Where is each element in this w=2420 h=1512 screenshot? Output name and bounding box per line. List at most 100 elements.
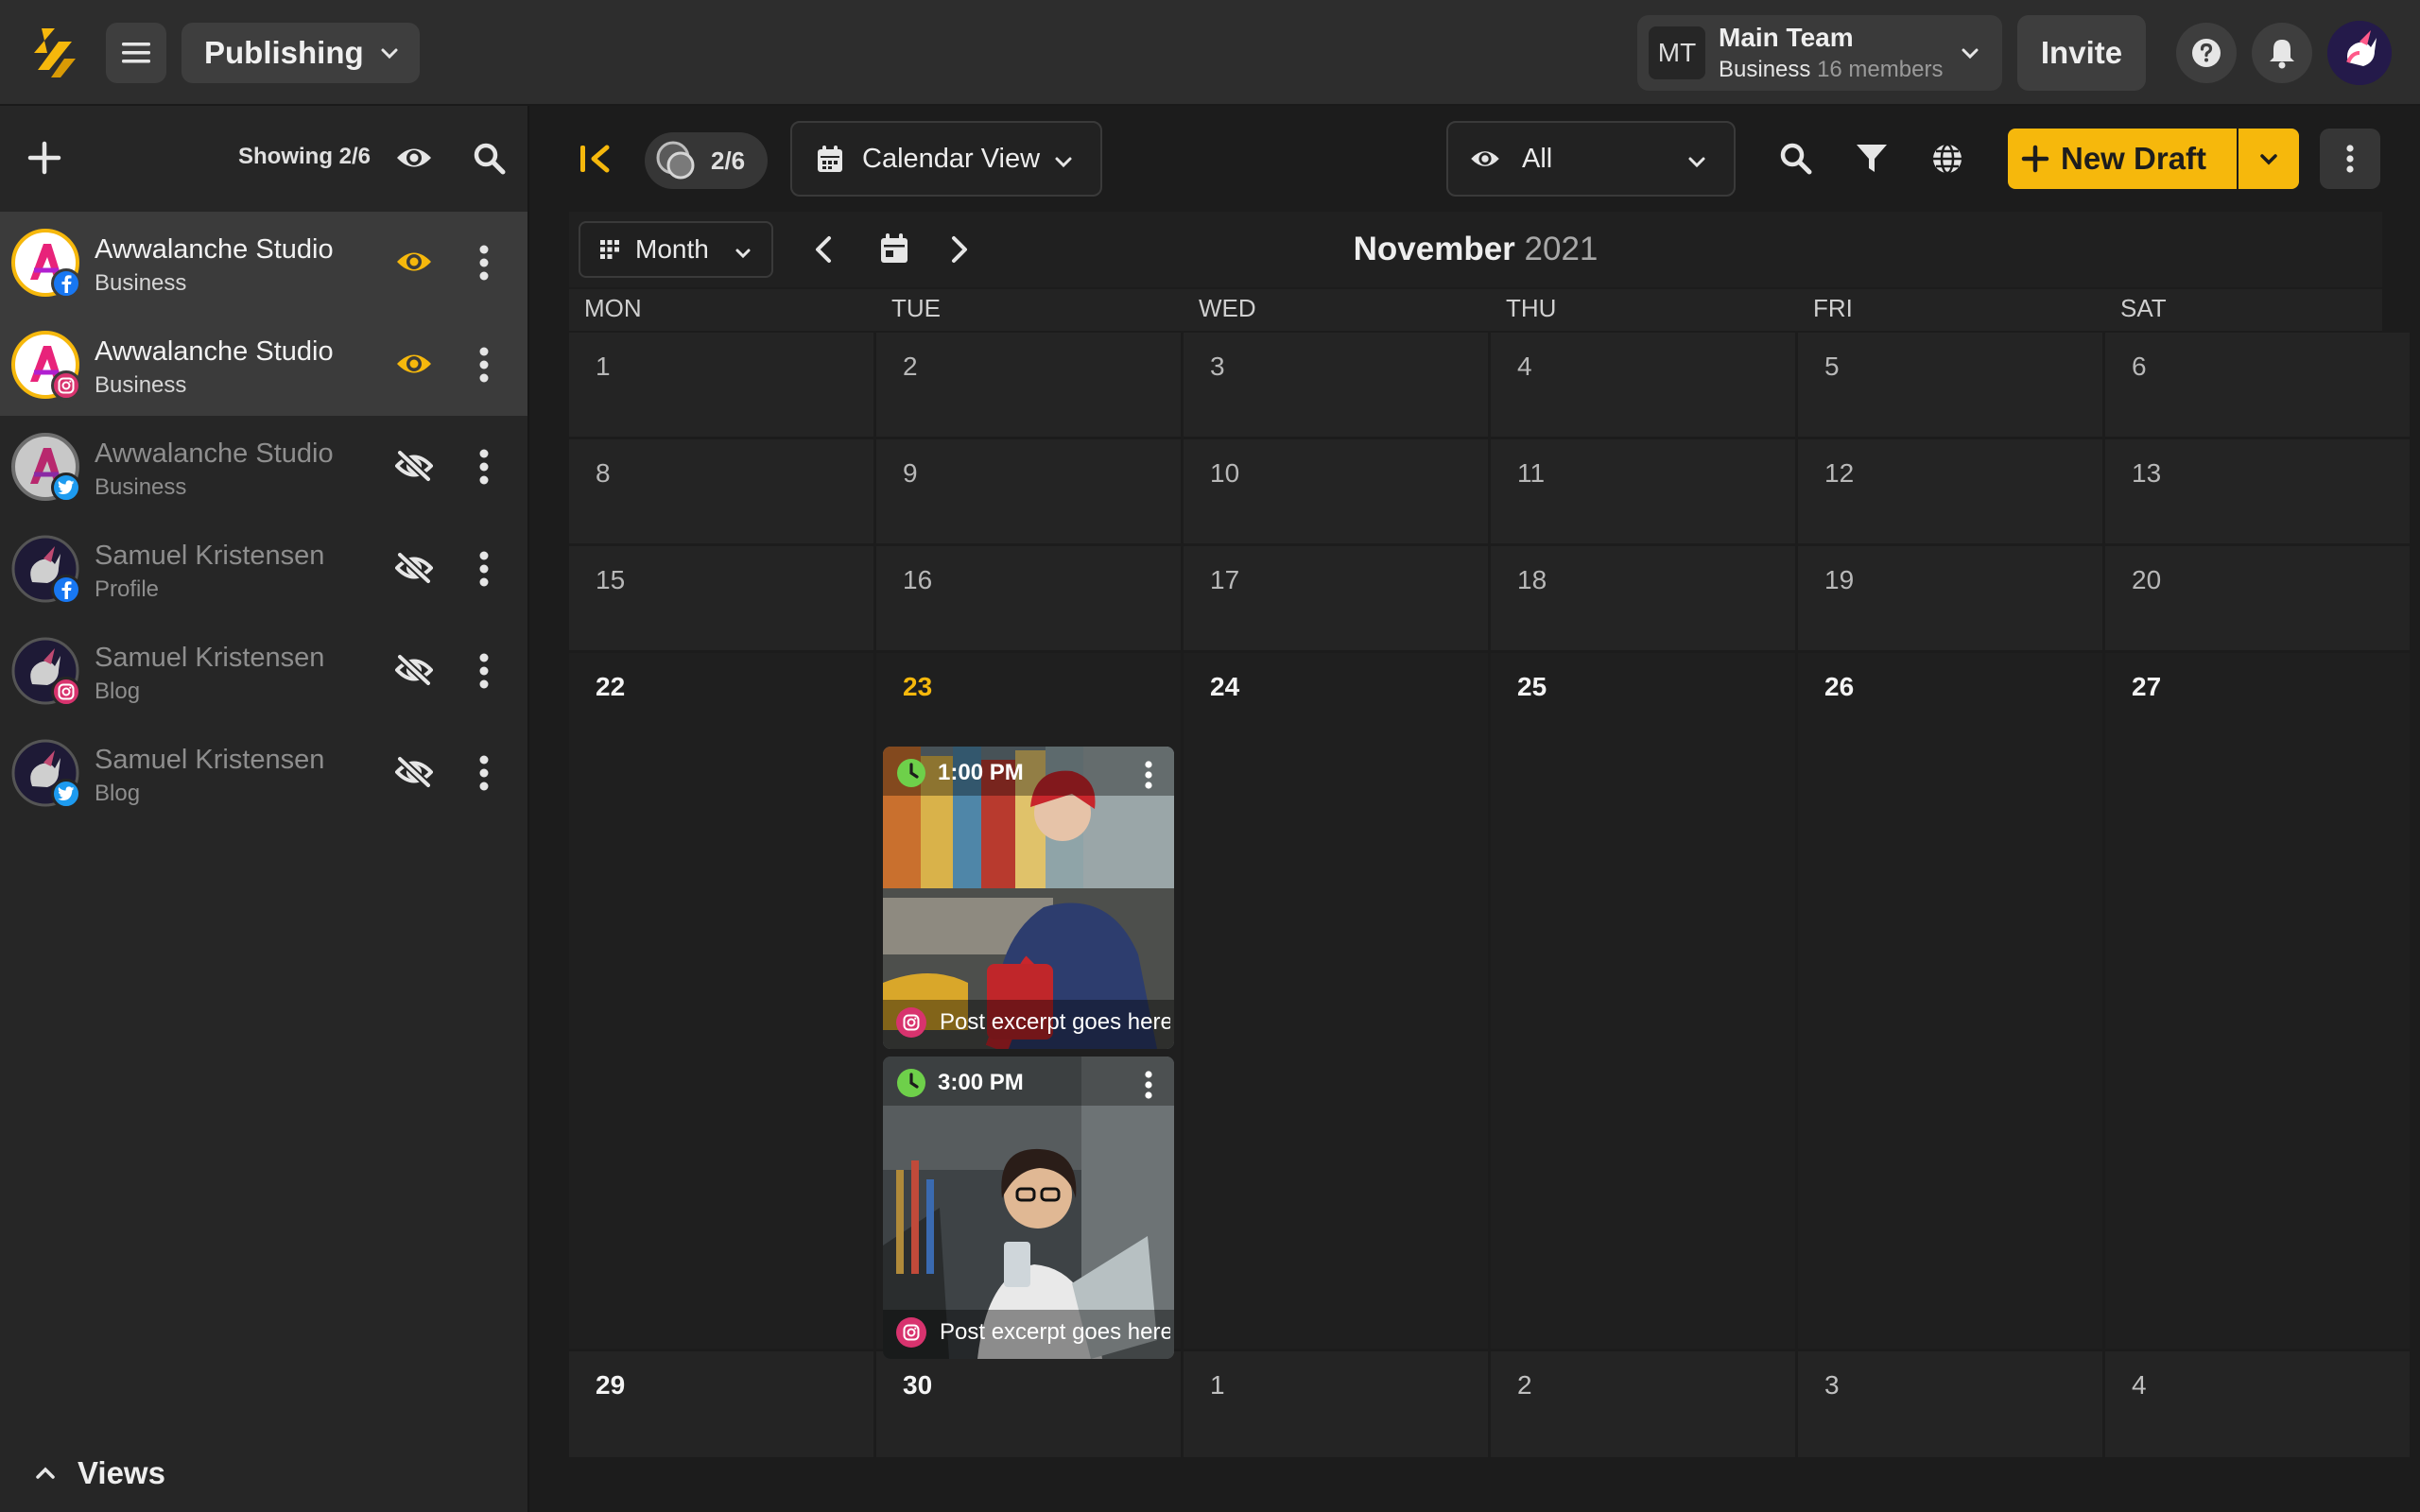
post-thumbnail: [883, 747, 1174, 1049]
calendar-day-cell[interactable]: 3: [1798, 1351, 2102, 1457]
calendar-day-cell[interactable]: 27: [2105, 653, 2410, 1349]
add-account-button[interactable]: [26, 140, 62, 176]
notifications-button[interactable]: [2252, 23, 2312, 83]
bell-icon: [2268, 37, 2296, 69]
calendar-day-cell[interactable]: 5: [1798, 333, 2102, 437]
calendar-day-cell[interactable]: 19: [1798, 546, 2102, 650]
calendar-day-cell[interactable]: 24: [1184, 653, 1488, 1349]
calendar-day-cell[interactable]: 30: [876, 1351, 1181, 1457]
calendar-day-cell[interactable]: 25: [1491, 653, 1795, 1349]
account-item[interactable]: Samuel Kristensen Blog: [0, 722, 527, 824]
scheduled-post-card[interactable]: 1:00 PM Post excerpt goes here: [883, 747, 1174, 1049]
account-item[interactable]: Awwalanche Studio Business: [0, 314, 527, 416]
post-time: 3:00 PM: [896, 1068, 1024, 1098]
collapse-sidebar-icon[interactable]: [579, 144, 613, 174]
calendar-icon: [817, 145, 843, 173]
day-number: 13: [2132, 458, 2162, 488]
more-options-icon[interactable]: [1144, 1070, 1153, 1100]
filter-icon[interactable]: [1855, 142, 1889, 176]
views-toggle[interactable]: Views: [34, 1455, 165, 1491]
more-options-icon[interactable]: [478, 346, 490, 384]
account-item[interactable]: Samuel Kristensen Profile: [0, 518, 527, 620]
twitter-icon: [51, 779, 81, 809]
calendar-day-cell[interactable]: 16: [876, 546, 1181, 650]
account-type: Blog: [95, 781, 141, 806]
menu-button[interactable]: [106, 23, 166, 83]
calendar-day-cell[interactable]: 8: [569, 439, 873, 543]
calendar-day-cell[interactable]: 10: [1184, 439, 1488, 543]
calendar-grid: MON TUE WED THU FRI SAT 1 2 3 4 5 6 8 9 10 11 12 13…: [569, 289, 2410, 1474]
calendar-day-cell[interactable]: 12: [1798, 439, 2102, 543]
eye-off-icon[interactable]: [395, 552, 433, 584]
calendar-day-cell[interactable]: 3: [1184, 333, 1488, 437]
calendar-day-cell[interactable]: 11: [1491, 439, 1795, 543]
calendar-day-cell[interactable]: 6: [2105, 333, 2410, 437]
globe-icon[interactable]: [1930, 142, 1964, 176]
account-item[interactable]: Samuel Kristensen Blog: [0, 620, 527, 722]
status-filter-label: All: [1522, 143, 1553, 174]
calendar-day-cell[interactable]: 18: [1491, 546, 1795, 650]
clock-icon: [896, 758, 926, 788]
day-number: 29: [596, 1370, 626, 1400]
new-draft-label: New Draft: [2061, 141, 2207, 176]
post-excerpt-text: Post excerpt goes here: [940, 1009, 1170, 1035]
day-number: 27: [2132, 672, 2162, 701]
account-type: Business: [95, 474, 187, 500]
day-number: 1: [596, 352, 611, 381]
more-options-icon[interactable]: [478, 652, 490, 690]
calendar-day-cell[interactable]: 20: [2105, 546, 2410, 650]
day-number: 9: [903, 458, 918, 488]
day-number: 17: [1210, 565, 1240, 594]
help-button[interactable]: [2176, 23, 2237, 83]
calendar-day-cell[interactable]: 26: [1798, 653, 2102, 1349]
scheduled-post-card[interactable]: 3:00 PM Post excerpt goes here: [883, 1057, 1174, 1359]
calendar-day-cell[interactable]: 2: [1491, 1351, 1795, 1457]
more-options-icon[interactable]: [478, 244, 490, 282]
more-options-icon[interactable]: [1144, 760, 1153, 790]
calendar-day-cell[interactable]: 13: [2105, 439, 2410, 543]
day-number: 26: [1824, 672, 1855, 701]
eye-off-icon[interactable]: [395, 756, 433, 788]
day-number: 24: [1210, 672, 1240, 701]
view-mode-select[interactable]: Calendar View: [790, 121, 1102, 197]
instagram-icon: [51, 370, 81, 401]
calendar-day-cell[interactable]: 15: [569, 546, 873, 650]
calendar-day-cell[interactable]: 22: [569, 653, 873, 1349]
new-draft-options-button[interactable]: [2238, 129, 2299, 189]
app-switcher[interactable]: Publishing: [182, 23, 420, 83]
more-options-icon[interactable]: [478, 754, 490, 792]
status-filter-select[interactable]: All: [1446, 121, 1736, 197]
sidebar-header: Showing 2/6: [0, 106, 527, 212]
new-draft-button[interactable]: New Draft: [2008, 129, 2237, 189]
calendar-day-cell[interactable]: 17: [1184, 546, 1488, 650]
eye-icon[interactable]: [395, 246, 433, 278]
calendar-day-cell[interactable]: 29: [569, 1351, 873, 1457]
invite-button[interactable]: Invite: [2017, 15, 2146, 91]
account-item[interactable]: Awwalanche Studio Business: [0, 416, 527, 518]
account-type: Blog: [95, 679, 141, 704]
eye-off-icon[interactable]: [395, 654, 433, 686]
day-number: 4: [1517, 352, 1532, 381]
calendar-day-cell[interactable]: 9: [876, 439, 1181, 543]
user-avatar[interactable]: [2327, 21, 2392, 85]
calendar-day-cell[interactable]: 4: [2105, 1351, 2410, 1457]
more-options-icon[interactable]: [478, 550, 490, 588]
eye-off-icon[interactable]: [395, 450, 433, 482]
calendar-day-cell[interactable]: 1: [1184, 1351, 1488, 1457]
day-number: 3: [1824, 1370, 1840, 1400]
account-filter-pill[interactable]: 2/6: [645, 132, 768, 189]
toolbar-more-button[interactable]: [2320, 129, 2380, 189]
eye-icon[interactable]: [395, 142, 433, 174]
account-item[interactable]: Awwalanche Studio Business: [0, 212, 527, 314]
day-number: 2: [1517, 1370, 1532, 1400]
app-logo[interactable]: [26, 23, 79, 83]
search-icon[interactable]: [473, 142, 507, 176]
calendar-day-cell[interactable]: 1: [569, 333, 873, 437]
search-icon[interactable]: [1779, 142, 1813, 176]
more-options-icon[interactable]: [478, 448, 490, 486]
team-switcher[interactable]: MT Main Team Business 16 members: [1637, 15, 2002, 91]
calendar-day-cell[interactable]: 2: [876, 333, 1181, 437]
calendar-day-cell[interactable]: 4: [1491, 333, 1795, 437]
eye-icon[interactable]: [395, 348, 433, 380]
view-mode-label: Calendar View: [862, 143, 1041, 174]
